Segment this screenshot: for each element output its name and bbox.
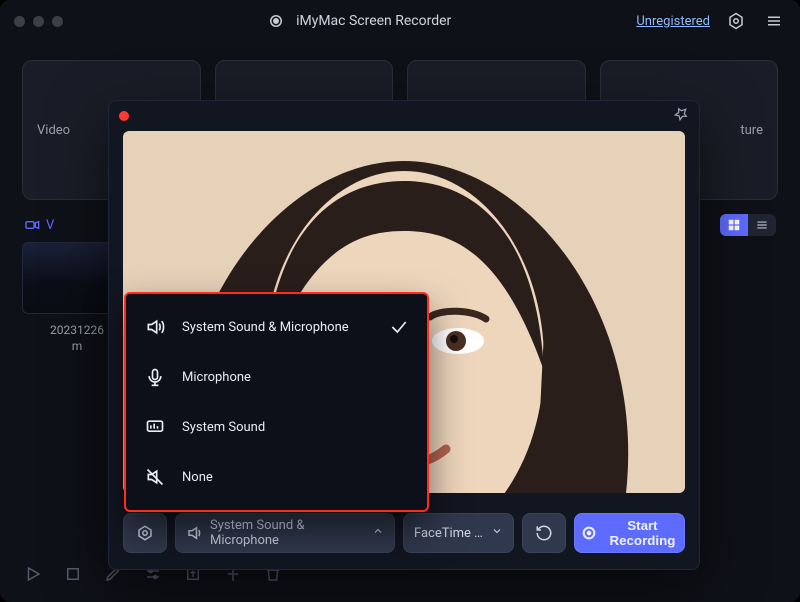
app-window: { "titlebar": { "app_name": "iMyMac Scre… bbox=[0, 0, 800, 602]
overlay-controls: System Sound & Microphone FaceTime … bbox=[123, 511, 685, 555]
audio-menu-item-system-and-mic[interactable]: System Sound & Microphone bbox=[126, 302, 427, 352]
window-zoom-dot[interactable] bbox=[52, 16, 63, 27]
audio-source-menu: System Sound & Microphone Microphone Sys… bbox=[124, 292, 429, 512]
mode-card-label: Video bbox=[35, 119, 72, 142]
crop-icon[interactable] bbox=[62, 563, 84, 585]
speaker-icon bbox=[186, 524, 204, 542]
window-minimize-dot[interactable] bbox=[33, 16, 44, 27]
audio-menu-item-microphone[interactable]: Microphone bbox=[126, 352, 427, 402]
view-toggle bbox=[720, 214, 776, 236]
audio-menu-item-label: System Sound & Microphone bbox=[182, 320, 349, 335]
system-audio-icon bbox=[144, 416, 166, 438]
rotate-ccw-icon bbox=[535, 524, 553, 542]
unregistered-link[interactable]: Unregistered bbox=[636, 14, 710, 29]
play-icon[interactable] bbox=[22, 563, 44, 585]
main-body: Video ture V 20231226 m bbox=[0, 42, 800, 602]
record-indicator-icon bbox=[119, 111, 129, 121]
audio-menu-item-system-sound[interactable]: System Sound bbox=[126, 402, 427, 452]
audio-menu-item-label: None bbox=[182, 470, 213, 485]
view-grid-button[interactable] bbox=[720, 214, 748, 236]
mode-card-label: ture bbox=[738, 119, 765, 142]
view-list-button[interactable] bbox=[748, 214, 776, 236]
speaker-waves-icon bbox=[144, 316, 166, 338]
title-right: Unregistered bbox=[636, 9, 786, 33]
pin-icon[interactable] bbox=[673, 106, 689, 126]
speaker-off-icon bbox=[144, 466, 166, 488]
overlay-settings-button[interactable] bbox=[123, 513, 167, 553]
audio-source-label: System Sound & Microphone bbox=[210, 518, 364, 548]
files-header-left: V bbox=[24, 217, 54, 233]
chevron-down-icon bbox=[491, 525, 503, 541]
camera-source-label: FaceTime … bbox=[414, 526, 483, 541]
audio-menu-item-label: System Sound bbox=[182, 420, 265, 435]
audio-menu-item-none[interactable]: None bbox=[126, 452, 427, 502]
menu-icon[interactable] bbox=[762, 9, 786, 33]
audio-menu-item-label: Microphone bbox=[182, 370, 251, 385]
app-logo-icon bbox=[264, 9, 288, 33]
window-close-dot[interactable] bbox=[14, 16, 25, 27]
gear-hex-icon bbox=[136, 524, 154, 542]
audio-source-dropdown[interactable]: System Sound & Microphone bbox=[175, 513, 395, 553]
microphone-icon bbox=[144, 366, 166, 388]
files-tab-video[interactable]: V bbox=[24, 217, 54, 233]
check-icon bbox=[389, 317, 409, 337]
reset-button[interactable] bbox=[522, 513, 566, 553]
files-tab-label: V bbox=[46, 218, 54, 233]
settings-icon[interactable] bbox=[724, 9, 748, 33]
start-recording-label: Start Recording bbox=[607, 518, 678, 548]
titlebar: iMyMac Screen Recorder Unregistered bbox=[0, 0, 800, 42]
title-center: iMyMac Screen Recorder bbox=[79, 9, 636, 33]
traffic-lights bbox=[14, 16, 63, 27]
overlay-titlebar bbox=[109, 101, 699, 131]
app-title: iMyMac Screen Recorder bbox=[296, 13, 451, 29]
chevron-up-icon bbox=[372, 525, 384, 541]
record-circle-icon bbox=[581, 525, 597, 541]
start-recording-button[interactable]: Start Recording bbox=[574, 513, 685, 553]
camera-source-dropdown[interactable]: FaceTime … bbox=[403, 513, 514, 553]
